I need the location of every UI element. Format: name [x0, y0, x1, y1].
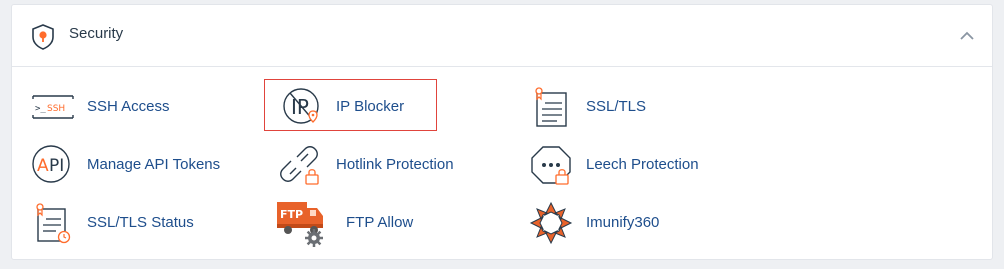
svg-text:IP: IP [291, 95, 309, 119]
ssh-terminal-icon: >_ SSH [32, 95, 74, 119]
shield-icon [32, 24, 54, 50]
ssh-access-label: SSH Access [87, 98, 170, 115]
ftp-truck-icon: FTP [277, 202, 323, 247]
hotlink-protection-link[interactable]: Hotlink Protection [279, 143, 479, 187]
leech-protection-label: Leech Protection [586, 156, 699, 173]
api-icon: A PI [32, 145, 70, 183]
ssl-tls-status-link[interactable]: SSL/TLS Status [30, 201, 230, 245]
imunify360-link[interactable]: Imunify360 [529, 201, 729, 245]
leech-protection-link[interactable]: Leech Protection [529, 143, 729, 187]
ssl-tls-label: SSL/TLS [586, 98, 647, 115]
ssl-certificate-icon [535, 87, 567, 127]
ssl-tls-status-label: SSL/TLS Status [87, 214, 194, 231]
svg-text:A: A [37, 156, 49, 176]
ftp-allow-label: FTP Allow [346, 214, 414, 231]
ssl-status-icon [36, 203, 71, 244]
chevron-up-icon[interactable] [958, 27, 976, 45]
ip-blocker-label: IP Blocker [336, 98, 405, 115]
svg-text:SSH: SSH [47, 104, 65, 114]
imunify360-icon [529, 201, 573, 245]
ip-blocker-link[interactable]: IP IP Blocker [279, 85, 439, 129]
leech-protection-icon [531, 146, 571, 185]
broken-link-icon [280, 146, 319, 185]
manage-api-tokens-link[interactable]: A PI Manage API Tokens [30, 143, 230, 187]
section-title: Security [69, 25, 124, 42]
svg-text:PI: PI [49, 156, 64, 176]
manage-api-tokens-label: Manage API Tokens [87, 156, 221, 173]
imunify360-label: Imunify360 [586, 214, 660, 231]
ssl-tls-link[interactable]: SSL/TLS [529, 85, 689, 129]
hotlink-protection-label: Hotlink Protection [336, 156, 454, 173]
ip-blocker-icon: IP [283, 88, 319, 124]
svg-text:FTP: FTP [280, 208, 303, 221]
svg-text:>_: >_ [35, 104, 46, 114]
security-panel: Security >_ SSH SSH Access IP IP Blocker [11, 4, 993, 260]
ssh-access-link[interactable]: >_ SSH SSH Access [30, 85, 190, 129]
security-section-header[interactable]: Security [12, 5, 992, 67]
ftp-allow-link[interactable]: FTP FTP Allow [276, 198, 476, 247]
